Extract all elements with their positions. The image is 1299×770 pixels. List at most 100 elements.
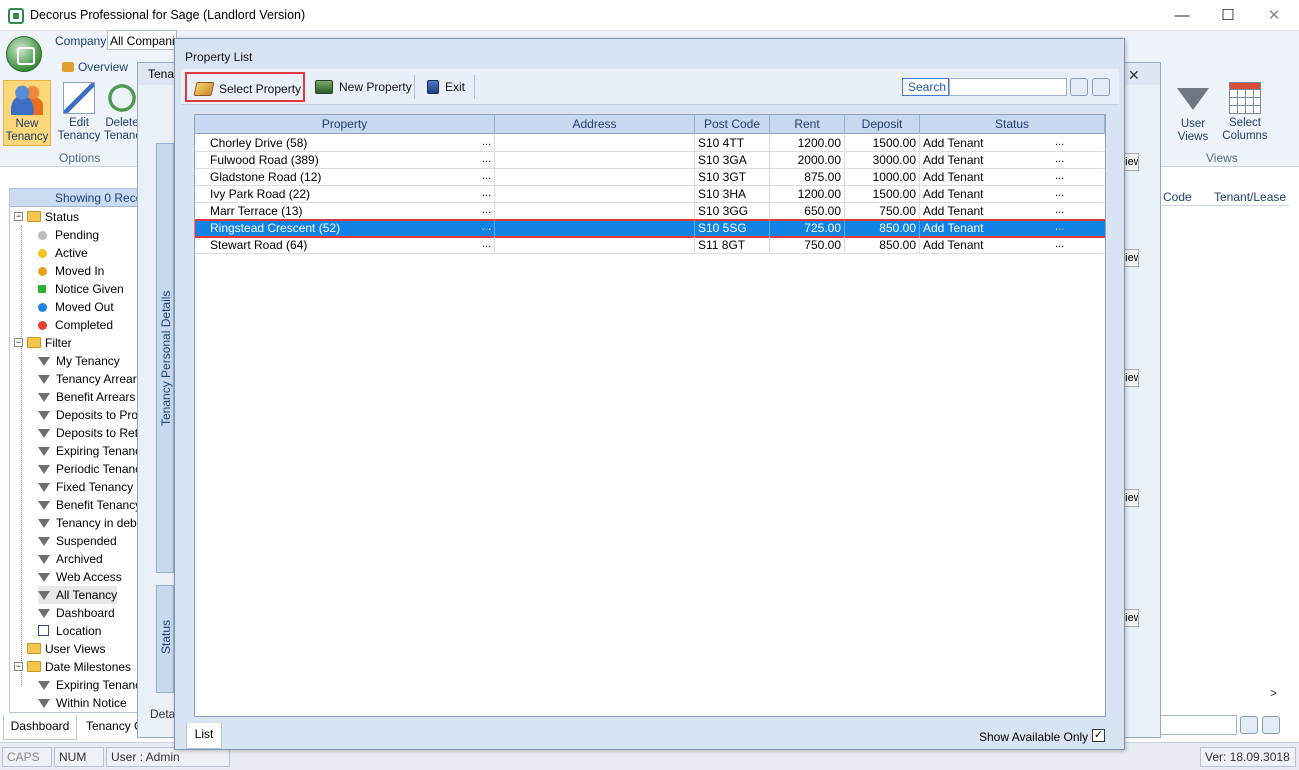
cell-address[interactable] <box>495 135 695 152</box>
cell-status[interactable]: Add Tenant... <box>920 186 1105 203</box>
search-input[interactable] <box>949 78 1067 96</box>
column-header-address[interactable]: Address <box>495 115 695 134</box>
cell-rent[interactable]: 650.00 <box>770 203 845 220</box>
binoculars-icon[interactable] <box>1240 716 1258 734</box>
cell-property[interactable]: Stewart Road (64)... <box>195 237 495 254</box>
tab-dashboard[interactable]: Dashboard <box>3 715 77 740</box>
cell-rent[interactable]: 875.00 <box>770 169 845 186</box>
tree-item[interactable]: Expiring Tenancy <box>38 676 147 694</box>
search-options-icon[interactable] <box>1092 78 1110 96</box>
tree-item[interactable]: All Tenancy <box>38 586 118 604</box>
ellipsis-button[interactable]: ... <box>1055 220 1064 235</box>
tenancy-window-close-icon[interactable]: ✕ <box>1128 67 1140 84</box>
tab-list[interactable]: List <box>186 723 222 749</box>
cell-post-code[interactable]: S10 4TT <box>695 135 770 152</box>
tree-item[interactable]: Suspended <box>38 532 117 550</box>
cell-deposit[interactable]: 850.00 <box>845 237 920 254</box>
tenancy-search-input[interactable] <box>1157 715 1237 735</box>
cell-property[interactable]: Ivy Park Road (22)... <box>195 186 495 203</box>
table-row[interactable]: Fulwood Road (389)... S10 3GA 2000.00 3000.… <box>195 152 1105 169</box>
tree-item[interactable]: Expiring Tenancy <box>38 442 147 460</box>
select-property-button[interactable]: Select Property <box>185 72 305 102</box>
side-tab-personal-details[interactable]: Tenancy Personal Details <box>156 143 174 573</box>
cell-deposit[interactable]: 750.00 <box>845 203 920 220</box>
ellipsis-button[interactable]: ... <box>482 220 491 235</box>
column-header-deposit[interactable]: Deposit <box>845 115 920 134</box>
side-tab-status[interactable]: Status <box>156 585 174 693</box>
column-header-property[interactable]: Property <box>195 115 495 134</box>
user-views-button[interactable]: User Views <box>1168 80 1218 146</box>
ellipsis-button[interactable]: ... <box>1055 203 1064 218</box>
cell-deposit[interactable]: 1500.00 <box>845 135 920 152</box>
expander-icon[interactable]: − <box>14 212 23 221</box>
tree-item[interactable]: My Tenancy <box>38 352 120 370</box>
tree-item[interactable]: Moved In <box>38 262 104 280</box>
table-row[interactable]: Gladstone Road (12)... S10 3GT 875.00 1000.… <box>195 169 1105 186</box>
tree-item[interactable]: Archived <box>38 550 103 568</box>
tree-item[interactable]: Benefit Arrears <box>38 388 135 406</box>
cell-address[interactable] <box>495 152 695 169</box>
cell-deposit[interactable]: 850.00 <box>845 220 920 237</box>
cell-address[interactable] <box>495 203 695 220</box>
column-header-rent[interactable]: Rent <box>770 115 845 134</box>
cell-address[interactable] <box>495 169 695 186</box>
table-row[interactable]: Marr Terrace (13)... S10 3GG 650.00 750.00 A… <box>195 203 1105 220</box>
tree-item[interactable]: − Date Milestones <box>14 658 131 676</box>
cell-status[interactable]: Add Tenant... <box>920 220 1105 237</box>
cell-rent[interactable]: 750.00 <box>770 237 845 254</box>
table-row[interactable]: Ivy Park Road (22)... S10 3HA 1200.00 1500.… <box>195 186 1105 203</box>
minimize-button[interactable]: — <box>1159 0 1205 31</box>
ellipsis-button[interactable]: ... <box>482 135 491 150</box>
tree-item[interactable]: Completed <box>38 316 113 334</box>
tree-item[interactable]: − Filter <box>14 334 72 352</box>
tree-item[interactable]: Location <box>38 622 101 640</box>
tree-item[interactable]: Moved Out <box>38 298 114 316</box>
cell-property[interactable]: Chorley Drive (58)... <box>195 135 495 152</box>
tree-item[interactable]: Tenancy in debt <box>38 514 140 532</box>
table-row[interactable]: Stewart Road (64)... S11 8GT 750.00 850.00 A… <box>195 237 1105 254</box>
column-header-tenant-lease[interactable]: Tenant/Lease <box>1214 190 1286 204</box>
ellipsis-button[interactable]: ... <box>1055 237 1064 252</box>
cell-status[interactable]: Add Tenant... <box>920 169 1105 186</box>
search-options-icon[interactable] <box>1262 716 1280 734</box>
tree-item[interactable]: − Status <box>14 208 79 226</box>
cell-property[interactable]: Gladstone Road (12)... <box>195 169 495 186</box>
select-columns-button[interactable]: Select Columns <box>1220 80 1270 146</box>
cell-status[interactable]: Add Tenant... <box>920 203 1105 220</box>
cell-property[interactable]: Ringstead Crescent (52)... <box>195 220 495 237</box>
table-row[interactable]: Chorley Drive (58)... S10 4TT 1200.00 1500.… <box>195 135 1105 152</box>
cell-post-code[interactable]: S10 3GA <box>695 152 770 169</box>
new-property-button[interactable]: New Property <box>307 72 422 102</box>
column-header-status[interactable]: Status <box>920 115 1105 134</box>
ellipsis-button[interactable]: ... <box>1055 186 1064 201</box>
company-select[interactable]: All Companies <box>107 30 177 50</box>
tree-item[interactable]: Web Access <box>38 568 122 586</box>
scroll-right-arrow[interactable]: > <box>1270 686 1277 700</box>
ellipsis-button[interactable]: ... <box>482 186 491 201</box>
tree-item[interactable]: Within Notice <box>38 694 127 712</box>
ellipsis-button[interactable]: ... <box>1055 152 1064 167</box>
maximize-button[interactable]: ☐ <box>1205 0 1251 31</box>
tree-item[interactable]: Notice Given <box>38 280 124 298</box>
cell-rent[interactable]: 725.00 <box>770 220 845 237</box>
expander-icon[interactable]: − <box>14 338 23 347</box>
cell-deposit[interactable]: 1500.00 <box>845 186 920 203</box>
cell-rent[interactable]: 2000.00 <box>770 152 845 169</box>
new-tenancy-button[interactable]: New Tenancy <box>3 80 51 146</box>
column-header-post-code[interactable]: Post Code <box>695 115 770 134</box>
cell-post-code[interactable]: S10 5SG <box>695 220 770 237</box>
cell-status[interactable]: Add Tenant... <box>920 152 1105 169</box>
binoculars-icon[interactable] <box>1070 78 1088 96</box>
close-button[interactable]: ✕ <box>1251 0 1297 31</box>
tree-item[interactable]: User Views <box>14 640 105 658</box>
edit-tenancy-button[interactable]: Edit Tenancy <box>54 80 104 146</box>
cell-property[interactable]: Marr Terrace (13)... <box>195 203 495 220</box>
cell-rent[interactable]: 1200.00 <box>770 135 845 152</box>
ellipsis-button[interactable]: ... <box>482 152 491 167</box>
cell-status[interactable]: Add Tenant... <box>920 135 1105 152</box>
delete-tenancy-button[interactable]: Delete Tenancy <box>104 80 140 146</box>
cell-post-code[interactable]: S10 3GT <box>695 169 770 186</box>
expander-icon[interactable]: − <box>14 662 23 671</box>
exit-button[interactable]: Exit <box>419 72 475 102</box>
app-menu-orb[interactable] <box>6 36 42 72</box>
